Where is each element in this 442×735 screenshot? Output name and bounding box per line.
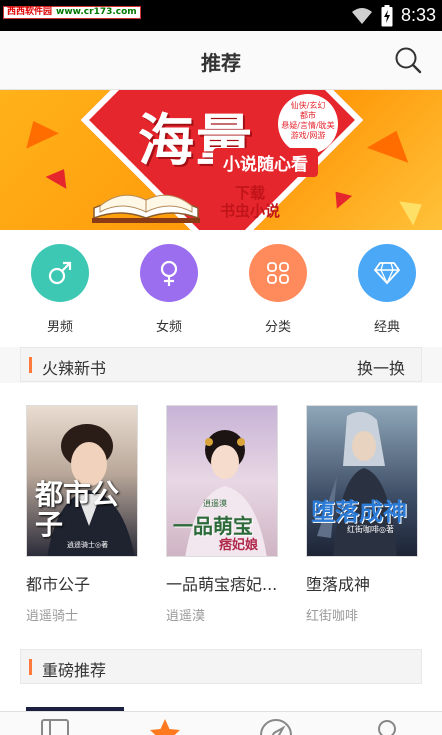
genre-text: 都市	[300, 111, 316, 120]
search-icon[interactable]	[394, 46, 422, 74]
confetti-shape	[366, 123, 418, 163]
cta-line: 书虫小说	[220, 202, 281, 220]
refresh-button[interactable]: 换一换	[357, 355, 405, 379]
section-accent-bar	[29, 357, 32, 373]
category-classic[interactable]: 经典	[347, 244, 427, 335]
book-author: 红街咖啡	[306, 609, 359, 624]
category-circle	[31, 244, 89, 302]
bookshelf-icon[interactable]	[38, 718, 72, 735]
cover-author: 红街咖啡◎著	[347, 525, 394, 534]
male-icon	[48, 261, 72, 285]
compass-icon[interactable]	[259, 718, 293, 735]
confetti-shape	[399, 192, 429, 226]
category-female[interactable]: 女频	[129, 244, 209, 335]
female-icon	[160, 260, 178, 286]
watermark: 西西软件园 www.cr173.com	[3, 6, 141, 19]
diamond-icon	[373, 262, 401, 285]
book-card[interactable]: 堕落成神 红街咖啡◎著 堕落成神 红街咖啡	[306, 405, 418, 624]
genre-text: 游戏/网游	[290, 131, 326, 140]
featured-area: 重磅推荐	[0, 643, 442, 711]
category-label: 女频	[155, 320, 182, 335]
user-icon[interactable]	[370, 718, 404, 735]
cover-author: 逍遥漠	[203, 499, 227, 508]
section-title: 重磅推荐	[42, 661, 107, 680]
cta-line: 下载	[235, 184, 266, 202]
genre-text: 悬疑/言情/耽美	[281, 121, 335, 130]
cover-author: 逍遥骑士◎著	[67, 541, 109, 549]
category-circle	[249, 244, 307, 302]
wifi-icon	[351, 7, 372, 24]
section-title: 火辣新书	[42, 359, 107, 378]
confetti-shape	[17, 113, 59, 149]
section-accent-bar	[29, 659, 32, 675]
status-time: 8:33	[400, 5, 436, 25]
watermark-url: www.cr173.com	[56, 7, 137, 17]
bottom-nav	[0, 711, 442, 735]
promo-banner[interactable]: 海量 仙侠/玄幻 都市 悬疑/言情/耽美 游戏/网游 小说随心看 下载 书虫小说	[0, 90, 442, 230]
category-circle	[358, 244, 416, 302]
status-bar: 西西软件园 www.cr173.com 8:33	[0, 0, 442, 31]
confetti-shape	[45, 163, 75, 189]
book-card[interactable]: 都市公子 逍遥骑士◎著 都市公子 逍遥骑士	[26, 405, 138, 624]
banner-genre-badge: 仙侠/玄幻 都市 悬疑/言情/耽美 游戏/网游	[278, 94, 338, 154]
banner-tagline: 小说随心看	[213, 148, 318, 177]
book-author: 逍遥骑士	[26, 609, 79, 624]
cover-subtitle: 痞妃娘	[219, 538, 259, 553]
featured-section-header: 重磅推荐	[20, 649, 422, 684]
category-row: 男频 女频 分类 经典	[0, 230, 442, 347]
battery-icon	[381, 4, 393, 26]
book-cover: 都市公子 逍遥骑士◎著	[26, 405, 138, 557]
cover-title: 都市公子	[35, 478, 120, 541]
banner-cta: 下载 书虫小说	[220, 184, 280, 220]
book-title: 一品萌宝痞妃...	[166, 575, 278, 594]
cover-title: 堕落成神	[311, 498, 407, 526]
book-card[interactable]: 一品萌宝 痞妃娘 逍遥漠 一品萌宝痞妃... 逍遥漠	[166, 405, 278, 624]
genre-text: 仙侠/玄幻	[290, 101, 326, 110]
category-label: 男频	[46, 320, 73, 335]
app-header: 推荐	[0, 31, 442, 90]
book-author: 逍遥漠	[166, 609, 206, 624]
category-label: 分类	[264, 320, 291, 335]
book-cover: 一品萌宝 痞妃娘 逍遥漠	[166, 405, 278, 557]
category-male[interactable]: 男频	[20, 244, 100, 335]
page-title: 推荐	[201, 51, 241, 75]
open-book-icon	[92, 194, 200, 223]
book-cover: 堕落成神 红街咖啡◎著	[306, 405, 418, 557]
book-title: 堕落成神	[306, 575, 371, 594]
hot-section-header: 火辣新书 换一换	[20, 347, 422, 382]
confetti-shape	[327, 185, 353, 209]
category-label: 经典	[373, 320, 400, 335]
grid-icon	[267, 262, 289, 284]
category-circle	[140, 244, 198, 302]
watermark-site: 西西软件园	[7, 7, 53, 17]
book-list: 都市公子 逍遥骑士◎著 都市公子 逍遥骑士 一品萌宝 痞妃娘 逍遥漠 一品萌宝痞…	[0, 383, 442, 643]
book-title: 都市公子	[26, 575, 91, 594]
star-icon[interactable]	[148, 718, 182, 735]
category-genres[interactable]: 分类	[238, 244, 318, 335]
